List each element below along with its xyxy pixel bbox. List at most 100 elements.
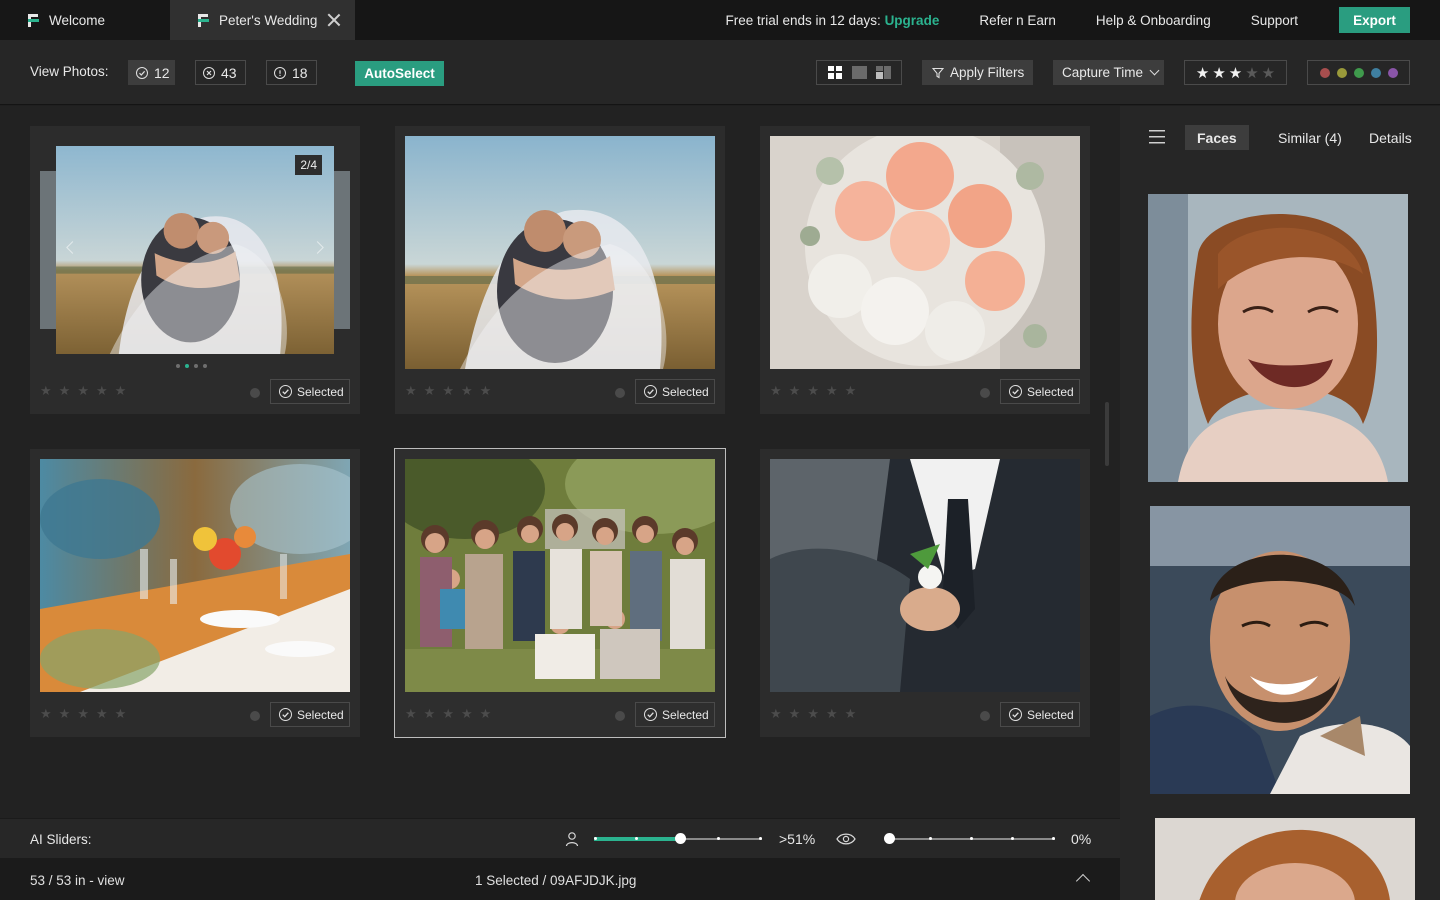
star-icon[interactable]: ★ — [461, 706, 473, 722]
star-icon[interactable]: ★ — [59, 383, 71, 399]
photo-thumbnail[interactable] — [40, 459, 350, 692]
export-button[interactable]: Export — [1339, 7, 1410, 33]
star-icon[interactable]: ★ — [1262, 64, 1275, 82]
eye-slider-knob[interactable] — [884, 833, 895, 844]
color-label-yellow[interactable] — [1336, 67, 1347, 78]
color-label-dot[interactable] — [615, 711, 625, 721]
selected-toggle[interactable]: Selected — [635, 702, 715, 727]
photo-thumbnail[interactable] — [405, 459, 715, 692]
photo-thumbnail[interactable] — [405, 136, 715, 369]
card-rating[interactable]: ★ ★ ★ ★ ★ — [770, 383, 856, 399]
tab-faces[interactable]: Faces — [1185, 125, 1249, 150]
color-label-dot[interactable] — [250, 388, 260, 398]
card-rating[interactable]: ★ ★ ★ ★ ★ — [40, 383, 126, 399]
selected-toggle[interactable]: Selected — [1000, 379, 1080, 404]
star-icon[interactable]: ★ — [405, 706, 417, 722]
star-icon[interactable]: ★ — [826, 383, 838, 399]
star-icon[interactable]: ★ — [480, 706, 492, 722]
color-label-purple[interactable] — [1387, 67, 1398, 78]
color-label-green[interactable] — [1353, 67, 1364, 78]
star-icon[interactable]: ★ — [789, 383, 801, 399]
photo-card[interactable]: ★ ★ ★ ★ ★ Selected — [760, 449, 1090, 737]
star-icon[interactable]: ★ — [115, 383, 127, 399]
photo-thumbnail[interactable] — [770, 136, 1080, 369]
autoselect-button[interactable]: AutoSelect — [355, 61, 444, 86]
stack-dot[interactable] — [185, 364, 189, 368]
star-icon[interactable]: ★ — [442, 706, 454, 722]
star-icon[interactable]: ★ — [845, 383, 857, 399]
star-icon[interactable]: ★ — [77, 383, 89, 399]
card-rating[interactable]: ★ ★ ★ ★ ★ — [405, 706, 491, 722]
star-icon[interactable]: ★ — [442, 383, 454, 399]
selected-toggle[interactable]: Selected — [270, 379, 350, 404]
color-label-red[interactable] — [1319, 67, 1330, 78]
help-link[interactable]: Help & Onboarding — [1096, 13, 1211, 28]
selected-count-filter[interactable]: 12 — [128, 60, 175, 85]
grid-scrollbar[interactable] — [1105, 402, 1109, 466]
star-icon[interactable]: ★ — [770, 383, 782, 399]
tab-details[interactable]: Details — [1369, 125, 1412, 150]
stack-dot[interactable] — [194, 364, 198, 368]
star-icon[interactable]: ★ — [424, 383, 436, 399]
color-label-dot[interactable] — [980, 388, 990, 398]
compare-view-icon[interactable] — [875, 66, 891, 79]
star-icon[interactable]: ★ — [40, 383, 52, 399]
refer-link[interactable]: Refer n Earn — [979, 13, 1056, 28]
faces-slider[interactable] — [594, 833, 762, 844]
star-icon[interactable]: ★ — [1212, 64, 1225, 82]
face-thumbnail[interactable] — [1155, 818, 1415, 900]
selected-toggle[interactable]: Selected — [270, 702, 350, 727]
photo-card[interactable]: 2/4 ★ ★ ★ ★ ★ Selected — [30, 126, 360, 414]
photo-card-focused[interactable]: ★ ★ ★ ★ ★ Selected — [394, 448, 726, 738]
single-view-icon[interactable] — [851, 66, 867, 79]
support-link[interactable]: Support — [1251, 13, 1298, 28]
color-label-blue[interactable] — [1370, 67, 1381, 78]
photo-card[interactable]: ★ ★ ★ ★ ★ Selected — [760, 126, 1090, 414]
star-icon[interactable]: ★ — [59, 706, 71, 722]
star-icon[interactable]: ★ — [826, 706, 838, 722]
color-label-dot[interactable] — [250, 711, 260, 721]
star-icon[interactable]: ★ — [845, 706, 857, 722]
chevron-up-icon[interactable] — [1075, 873, 1091, 889]
star-icon[interactable]: ★ — [115, 706, 127, 722]
star-rating-filter[interactable]: ★ ★ ★ ★ ★ — [1184, 60, 1287, 85]
star-icon[interactable]: ★ — [40, 706, 52, 722]
star-icon[interactable]: ★ — [77, 706, 89, 722]
tab-welcome[interactable]: Welcome — [0, 0, 170, 40]
color-label-dot[interactable] — [615, 388, 625, 398]
card-rating[interactable]: ★ ★ ★ ★ ★ — [40, 706, 126, 722]
star-icon[interactable]: ★ — [1196, 64, 1209, 82]
star-icon[interactable]: ★ — [405, 383, 417, 399]
selected-toggle[interactable]: Selected — [635, 379, 715, 404]
star-icon[interactable]: ★ — [96, 706, 108, 722]
face-thumbnail[interactable] — [1150, 506, 1410, 794]
color-label-dot[interactable] — [980, 711, 990, 721]
star-icon[interactable]: ★ — [1229, 64, 1242, 82]
star-icon[interactable]: ★ — [480, 383, 492, 399]
apply-filters-button[interactable]: Apply Filters — [922, 60, 1033, 85]
selected-toggle[interactable]: Selected — [1000, 702, 1080, 727]
stack-dot[interactable] — [203, 364, 207, 368]
card-rating[interactable]: ★ ★ ★ ★ ★ — [770, 706, 856, 722]
grid-view-icon[interactable] — [827, 66, 843, 79]
card-rating[interactable]: ★ ★ ★ ★ ★ — [405, 383, 491, 399]
rejected-count-filter[interactable]: 43 — [195, 60, 246, 85]
star-icon[interactable]: ★ — [789, 706, 801, 722]
eye-slider[interactable] — [884, 833, 1055, 844]
photo-thumbnail[interactable] — [770, 459, 1080, 692]
face-thumbnail[interactable] — [1148, 194, 1408, 482]
star-icon[interactable]: ★ — [424, 706, 436, 722]
close-icon[interactable] — [327, 13, 341, 27]
photo-card[interactable]: ★ ★ ★ ★ ★ Selected — [30, 449, 360, 737]
tab-similar[interactable]: Similar (4) — [1278, 125, 1342, 150]
stack-dot[interactable] — [176, 364, 180, 368]
star-icon[interactable]: ★ — [461, 383, 473, 399]
star-icon[interactable]: ★ — [1245, 64, 1258, 82]
upgrade-link[interactable]: Upgrade — [885, 13, 940, 28]
star-icon[interactable]: ★ — [770, 706, 782, 722]
tab-peters-wedding[interactable]: Peter's Wedding — [170, 0, 355, 40]
faces-slider-knob[interactable] — [675, 833, 686, 844]
star-icon[interactable]: ★ — [96, 383, 108, 399]
star-icon[interactable]: ★ — [807, 706, 819, 722]
menu-icon[interactable] — [1149, 130, 1165, 144]
